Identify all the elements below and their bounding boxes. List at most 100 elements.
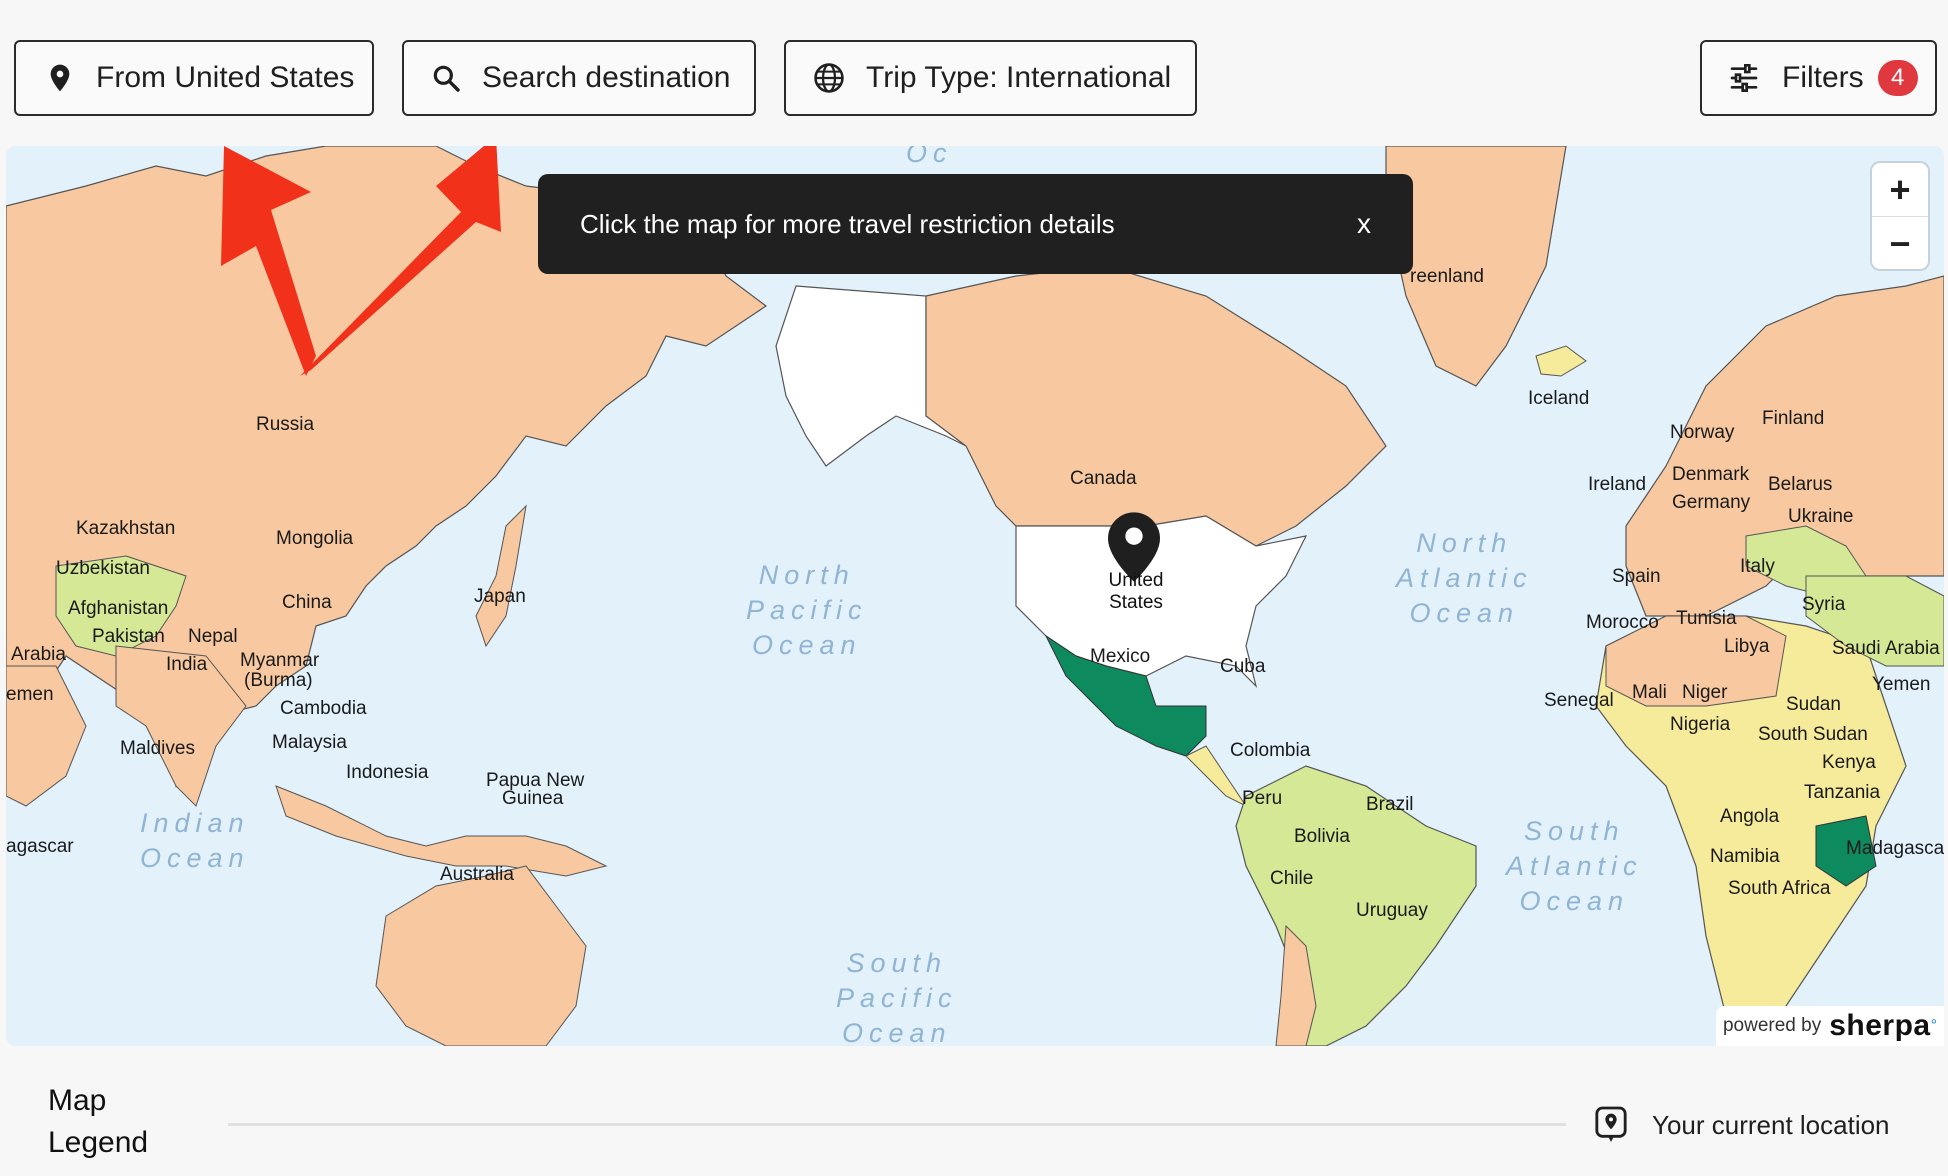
- land-iceland[interactable]: [1535, 345, 1587, 377]
- country-label: Belarus: [1768, 474, 1833, 495]
- zoom-out-icon[interactable]: −: [1872, 216, 1928, 270]
- country-label: Ukraine: [1788, 506, 1854, 527]
- travel-map[interactable]: Russia Kazakhstan Mongolia Uzbekistan China A…: [6, 146, 1944, 1046]
- ocean-label: Oc: [906, 146, 953, 171]
- ocean-label-line: Atlantic: [1506, 851, 1643, 881]
- country-label: Angola: [1720, 806, 1780, 827]
- country-label: Cuba: [1220, 656, 1266, 677]
- powered-by-badge[interactable]: powered by sherpa °: [1716, 1006, 1944, 1046]
- filters-button[interactable]: Filters 4: [1700, 40, 1937, 116]
- legend-title-line2: Legend: [48, 1126, 149, 1159]
- land-australia[interactable]: [375, 865, 587, 1046]
- ocean-label-line: Ocean: [751, 630, 862, 660]
- country-label: Australia: [440, 864, 514, 885]
- toast-message: Click the map for more travel restrictio…: [580, 208, 1115, 239]
- country-label: South Sudan: [1758, 724, 1868, 745]
- ocean-label-line: North: [758, 560, 855, 590]
- powered-by-text: powered by: [1722, 1015, 1822, 1036]
- country-label: Nepal: [188, 626, 238, 647]
- country-label: Saudi Arabia: [1832, 638, 1940, 659]
- country-label: Sudan: [1786, 694, 1841, 715]
- country-label: South Africa: [1728, 878, 1831, 899]
- country-label: Arabia: [11, 644, 66, 665]
- country-label: Tanzania: [1804, 782, 1881, 803]
- country-label: Denmark: [1672, 464, 1750, 485]
- country-label: Kazakhstan: [76, 518, 176, 539]
- country-label: Tunisia: [1676, 608, 1737, 629]
- close-icon[interactable]: x: [1357, 208, 1371, 240]
- trip-type-label: Trip Type: International: [866, 61, 1172, 94]
- ocean-label-line: Oc: [906, 146, 953, 168]
- ocean-label-line: Indian: [140, 808, 250, 838]
- ocean-label: North Pacific Ocean: [746, 558, 868, 663]
- filters-count-badge: 4: [1877, 60, 1918, 96]
- sliders-icon: [1730, 64, 1758, 92]
- from-location-label: From United States: [96, 61, 355, 94]
- country-label: (Burma): [244, 670, 313, 691]
- ocean-label: Indian Ocean: [140, 806, 250, 876]
- pin-label-line2: States: [1109, 592, 1163, 613]
- country-label: Brazil: [1366, 794, 1414, 815]
- trip-type-button[interactable]: Trip Type: International: [784, 40, 1197, 116]
- ocean-label-line: South: [846, 948, 948, 978]
- country-label: emen: [6, 684, 54, 705]
- pin-label: United States: [1088, 570, 1184, 614]
- country-label: Maldives: [120, 738, 195, 759]
- pin-label-line1: United: [1108, 570, 1164, 591]
- country-label: Madagasca: [1846, 838, 1944, 859]
- ocean-label-line: Ocean: [841, 1018, 952, 1046]
- legend-current-location-label: Your current location: [1652, 1109, 1890, 1140]
- ocean-label-line: Ocean: [140, 843, 250, 873]
- sherpa-logo-mark: °: [1930, 1017, 1938, 1034]
- country-label: Mexico: [1090, 646, 1151, 667]
- search-destination-label: Search destination: [482, 61, 731, 94]
- search-destination-button[interactable]: Search destination: [402, 40, 756, 116]
- country-label: Colombia: [1230, 740, 1311, 761]
- country-label: reenland: [1410, 266, 1484, 287]
- land-canada[interactable]: [925, 265, 1387, 547]
- globe-icon: [814, 63, 844, 93]
- country-label: Morocco: [1586, 612, 1659, 633]
- ocean-label: South Atlantic Ocean: [1506, 814, 1643, 919]
- country-label: Uzbekistan: [56, 558, 150, 579]
- country-label: Libya: [1724, 636, 1770, 657]
- country-label: Peru: [1242, 788, 1283, 809]
- country-label: Italy: [1740, 556, 1775, 577]
- from-location-button[interactable]: From United States: [14, 40, 374, 116]
- info-toast: Click the map for more travel restrictio…: [538, 174, 1413, 274]
- country-label: Ireland: [1588, 474, 1647, 495]
- country-label: Germany: [1672, 492, 1751, 513]
- ocean-label-line: North: [1416, 528, 1513, 558]
- zoom-control: + −: [1872, 163, 1928, 269]
- country-label: Cambodia: [280, 698, 367, 719]
- country-label: Indonesia: [346, 762, 429, 783]
- sherpa-logo: sherpa: [1829, 1009, 1931, 1042]
- country-label: Myanmar: [240, 650, 320, 671]
- country-label: Japan: [474, 586, 526, 607]
- ocean-label-line: Pacific: [836, 983, 958, 1013]
- country-label: Bolivia: [1294, 826, 1350, 847]
- country-label: Afghanistan: [68, 598, 169, 619]
- filters-label: Filters: [1782, 61, 1864, 94]
- zoom-in-icon[interactable]: +: [1872, 163, 1928, 216]
- location-marker-icon: [1595, 1106, 1627, 1142]
- country-label: agascar: [6, 836, 74, 857]
- legend-divider: [228, 1123, 1566, 1126]
- country-label: Nigeria: [1670, 714, 1731, 735]
- ocean-label-line: Pacific: [746, 595, 868, 625]
- ocean-label: North Atlantic Ocean: [1396, 526, 1533, 631]
- country-label: China: [282, 592, 332, 613]
- country-label: Pakistan: [92, 626, 165, 647]
- ocean-label-line: Atlantic: [1396, 563, 1533, 593]
- country-label: Russia: [256, 414, 315, 435]
- country-label: Yemen: [1872, 674, 1931, 695]
- legend-title-line1: Map: [48, 1084, 107, 1117]
- country-label: Syria: [1802, 594, 1846, 615]
- ocean-label-line: Ocean: [1409, 598, 1520, 628]
- country-label: Mali: [1632, 682, 1667, 703]
- land-japan[interactable]: [475, 504, 527, 648]
- country-label: Mongolia: [276, 528, 354, 549]
- country-label: Spain: [1612, 566, 1661, 587]
- country-label: Norway: [1670, 422, 1735, 443]
- legend-current-location: Your current location: [1594, 1106, 1890, 1144]
